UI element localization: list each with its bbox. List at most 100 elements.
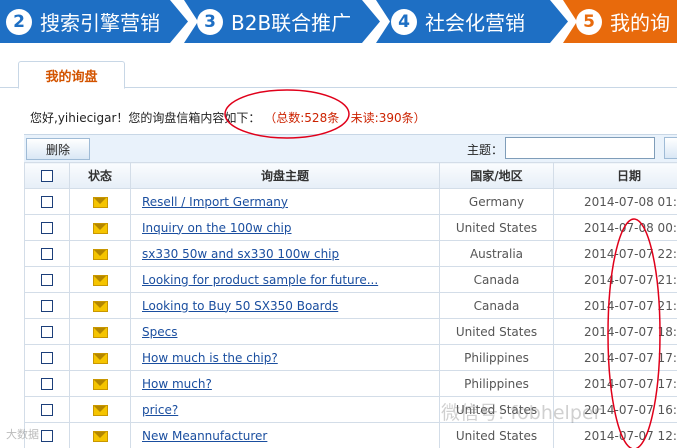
date-cell: 2014-07-08 01:4 <box>553 188 677 215</box>
table-row[interactable]: Specs United States 2014-07-07 18:5 <box>24 318 677 345</box>
row-checkbox[interactable] <box>41 404 53 416</box>
subject-search-button[interactable] <box>664 137 677 159</box>
step-number: 2 <box>6 8 32 35</box>
total-count: （总数:528条 <box>264 111 340 125</box>
subject-cell: How much is the chip? <box>130 344 440 371</box>
date-cell: 2014-07-07 18:5 <box>553 318 677 345</box>
row-checkbox[interactable] <box>41 300 53 312</box>
step-b2b-promotion[interactable]: 3 B2B联合推广 <box>184 0 380 43</box>
header-subject[interactable]: 询盘主题 <box>130 162 440 189</box>
table-row[interactable]: How much is the chip? Philippines 2014-07-… <box>24 344 677 371</box>
inquiry-subject-link[interactable]: sx330 50w and sx330 100w chip <box>142 247 339 261</box>
header-status[interactable]: 状态 <box>69 162 131 189</box>
country-cell: Germany <box>439 188 554 215</box>
row-checkbox-cell <box>24 396 70 423</box>
table-row[interactable]: sx330 50w and sx330 100w chip Australia 20… <box>24 240 677 267</box>
watermark-corner-logo: 大数据 <box>6 428 39 441</box>
subject-cell: Specs <box>130 318 440 345</box>
step-label: 我的询 <box>610 11 670 35</box>
status-cell <box>69 396 131 423</box>
envelope-icon <box>92 300 108 312</box>
row-checkbox-cell <box>24 370 70 397</box>
subject-search-input[interactable] <box>505 137 655 159</box>
row-checkbox[interactable] <box>41 222 53 234</box>
inquiry-subject-link[interactable]: New Meannufacturer <box>142 429 267 443</box>
delete-button[interactable]: 删除 <box>26 138 90 160</box>
inquiry-subject-link[interactable]: How much is the chip? <box>142 351 278 365</box>
subject-label: 主题： <box>467 143 504 157</box>
header-date[interactable]: 日期 <box>553 162 677 189</box>
subject-cell: How much? <box>130 370 440 397</box>
envelope-icon <box>92 404 108 416</box>
subject-cell: Looking to Buy 50 SX350 Boards <box>130 292 440 319</box>
status-cell <box>69 214 131 241</box>
subject-cell: New Meannufacturer <box>130 422 440 448</box>
watermark-text: 微信号: fobhelper <box>441 402 602 424</box>
row-checkbox-cell <box>24 292 70 319</box>
tab-my-inquiry[interactable]: 我的询盘 <box>18 61 125 89</box>
step-search-engine-marketing[interactable]: 2 搜索引擎营销 <box>0 0 188 43</box>
table-row[interactable]: Inquiry on the 100w chip United States 201… <box>24 214 677 241</box>
step-number: 3 <box>197 8 223 35</box>
envelope-icon <box>92 430 108 442</box>
inquiry-subject-link[interactable]: price? <box>142 403 178 417</box>
row-checkbox[interactable] <box>41 378 53 390</box>
date-cell: 2014-07-07 22:0 <box>553 240 677 267</box>
step-number: 5 <box>576 8 602 35</box>
subject-cell: price? <box>130 396 440 423</box>
step-social-marketing[interactable]: 4 社会化营销 <box>376 0 568 43</box>
inquiry-subject-link[interactable]: Inquiry on the 100w chip <box>142 221 292 235</box>
inquiry-subject-link[interactable]: How much? <box>142 377 212 391</box>
status-cell <box>69 292 131 319</box>
select-all-checkbox[interactable] <box>41 170 53 182</box>
subject-cell: Looking for product sample for future... <box>130 266 440 293</box>
envelope-icon <box>92 274 108 286</box>
greeting-line: 您好,yihiecigar！您的询盘信箱内容如下： （总数:528条 未读:39… <box>30 109 426 126</box>
inquiry-subject-link[interactable]: Resell / Import Germany <box>142 195 288 209</box>
date-cell: 2014-07-07 21:4 <box>553 266 677 293</box>
greeting-text: 您好,yihiecigar！您的询盘信箱内容如下： <box>30 111 261 125</box>
row-checkbox[interactable] <box>41 248 53 260</box>
inquiry-subject-link[interactable]: Looking to Buy 50 SX350 Boards <box>142 299 338 313</box>
row-checkbox-cell <box>24 318 70 345</box>
country-cell: Australia <box>439 240 554 267</box>
status-cell <box>69 318 131 345</box>
header-country[interactable]: 国家/地区 <box>439 162 554 189</box>
country-cell: United States <box>439 422 554 448</box>
country-cell: United States <box>439 318 554 345</box>
step-label: 社会化营销 <box>425 11 525 35</box>
status-cell <box>69 422 131 448</box>
row-checkbox[interactable] <box>41 274 53 286</box>
date-cell: 2014-07-07 17:1 <box>553 344 677 371</box>
date-cell: 2014-07-07 12:3 <box>553 422 677 448</box>
step-my-inquiry[interactable]: 5 我的询 <box>563 0 677 43</box>
row-checkbox[interactable] <box>41 196 53 208</box>
status-cell <box>69 344 131 371</box>
table-row[interactable]: Looking for product sample for future...… <box>24 266 677 293</box>
step-label: 搜索引擎营销 <box>40 11 160 35</box>
country-cell: Canada <box>439 266 554 293</box>
envelope-icon <box>92 352 108 364</box>
subject-cell: sx330 50w and sx330 100w chip <box>130 240 440 267</box>
date-cell: 2014-07-07 21:0 <box>553 292 677 319</box>
inquiry-subject-link[interactable]: Specs <box>142 325 177 339</box>
steps-banner: 2 搜索引擎营销 3 B2B联合推广 4 社会化营销 5 我的询 <box>0 0 677 43</box>
status-cell <box>69 370 131 397</box>
country-cell: United States <box>439 214 554 241</box>
step-label: B2B联合推广 <box>231 11 352 35</box>
row-checkbox-cell <box>24 344 70 371</box>
table-row[interactable]: How much? Philippines 2014-07-07 17:0 <box>24 370 677 397</box>
row-checkbox[interactable] <box>41 326 53 338</box>
row-checkbox[interactable] <box>41 352 53 364</box>
row-checkbox[interactable] <box>41 430 53 442</box>
table-row[interactable]: Resell / Import Germany Germany 2014-07-08… <box>24 188 677 215</box>
country-cell: Philippines <box>439 344 554 371</box>
table-row[interactable]: Looking to Buy 50 SX350 Boards Canada 2014… <box>24 292 677 319</box>
country-cell: Canada <box>439 292 554 319</box>
envelope-icon <box>92 378 108 390</box>
inquiry-subject-link[interactable]: Looking for product sample for future... <box>142 273 378 287</box>
row-checkbox-cell <box>24 240 70 267</box>
date-cell: 2014-07-07 17:0 <box>553 370 677 397</box>
status-cell <box>69 266 131 293</box>
table-row[interactable]: New Meannufacturer United States 2014-07-0… <box>24 422 677 448</box>
